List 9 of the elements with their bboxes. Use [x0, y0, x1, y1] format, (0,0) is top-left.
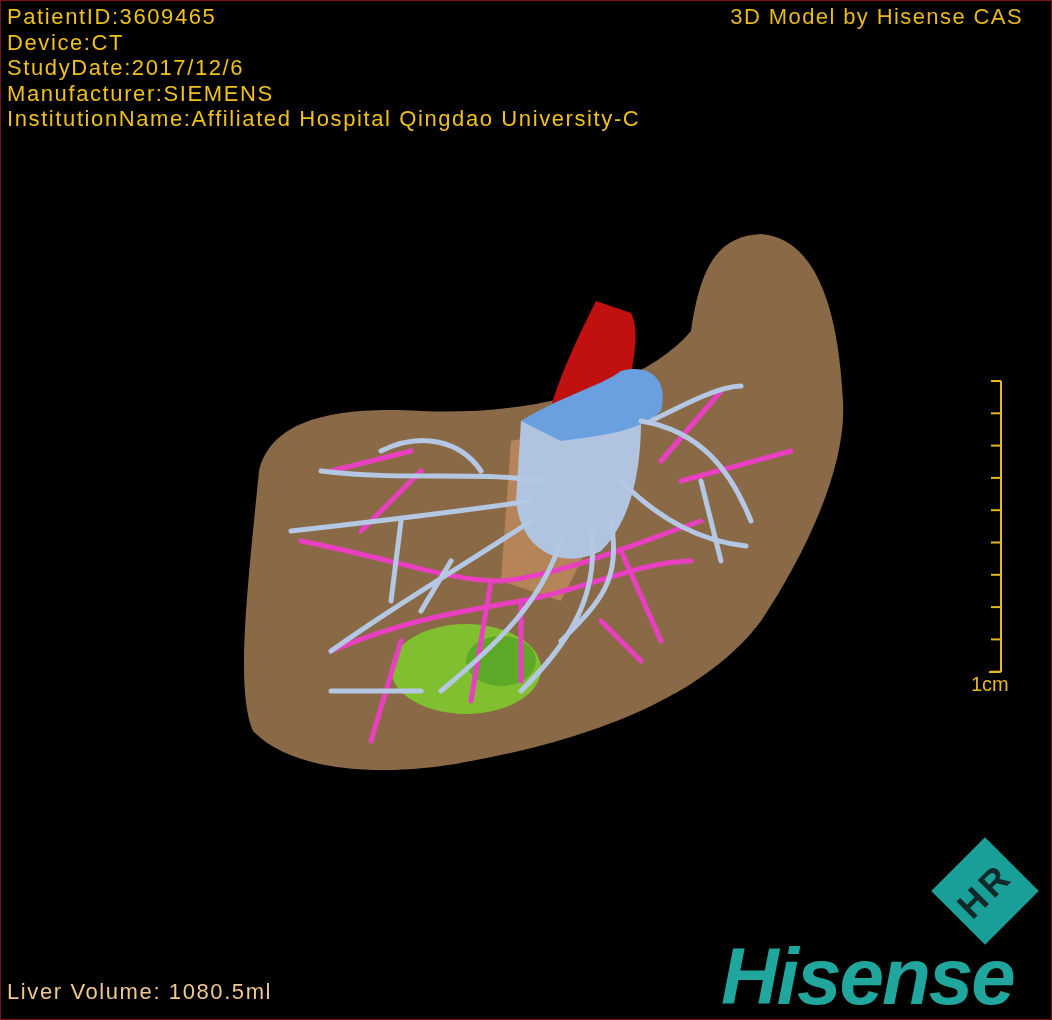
- info-line: StudyDate:2017/12/6: [7, 55, 246, 81]
- logo-badge: HR: [931, 837, 1039, 945]
- info-line: Manufacturer:SIEMENS: [7, 80, 275, 106]
- liver-volume-label: Liver Volume: 1080.5ml: [7, 979, 273, 1005]
- info-line: InstitutionName:Affiliated Hospital Qingdao University-C: [7, 106, 641, 132]
- info-line: PatientID:3609465: [7, 4, 218, 30]
- credit-label: 3D Model by Hisense CAS: [730, 4, 1023, 29]
- scale-label: 1cm: [971, 672, 1009, 696]
- info-line: Device:CT: [7, 29, 126, 55]
